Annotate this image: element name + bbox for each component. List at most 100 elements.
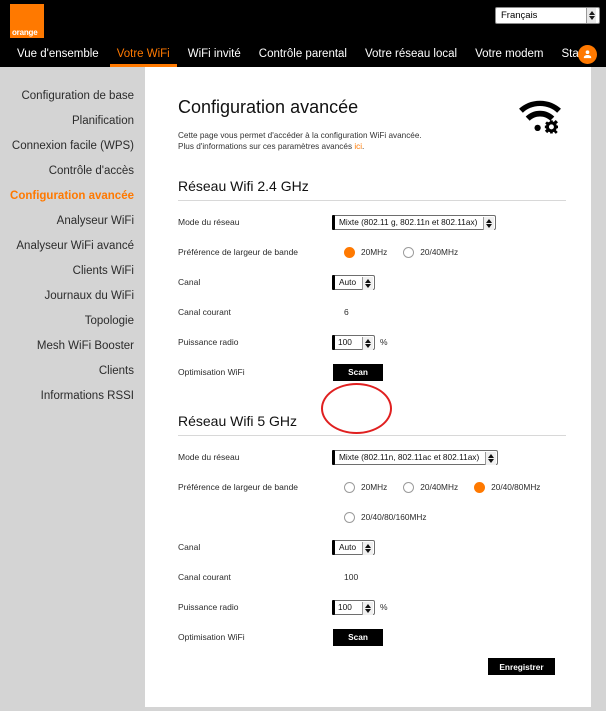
label-bandwidth-5ghz: Préférence de largeur de bande (178, 482, 299, 492)
wifi-settings-icon (517, 95, 563, 135)
label-current-channel-5ghz: Canal courant (178, 572, 231, 582)
page-description-period: . (362, 142, 365, 151)
row-current-channel-2-4ghz: Canal courant 6 (178, 297, 591, 327)
section-title-2-4ghz: Réseau Wifi 2.4 GHz (178, 178, 309, 194)
radio-bandwidth-5ghz-20mhz[interactable]: 20MHz (344, 481, 388, 493)
row-current-channel-5ghz: Canal courant 100 (178, 562, 591, 592)
select-channel-2-4ghz[interactable]: Auto (331, 274, 376, 290)
sidebar: Configuration de base Planification Conn… (0, 67, 145, 651)
row-mode-2-4ghz: Mode du réseau Mixte (802.11 g, 802.11n … (178, 207, 591, 237)
value-current-channel-2-4ghz: 6 (344, 307, 349, 317)
main-navigation: Vue d'ensemble Votre WiFi WiFi invité Co… (0, 42, 606, 67)
sidebar-item-topologie[interactable]: Topologie (0, 309, 145, 334)
radio-bandwidth-5ghz-20408016 0mhz[interactable]: 20/40/80/160MHz (344, 511, 427, 523)
sidebar-item-analyseur-wifi[interactable]: Analyseur WiFi (0, 209, 145, 234)
radio-icon-selected[interactable] (474, 481, 486, 493)
select-channel-5ghz-value: Auto (339, 542, 357, 552)
row-bandwidth-5ghz: Préférence de largeur de bande 20MHz 20/… (178, 472, 591, 502)
nav-item-controle-parental[interactable]: Contrôle parental (250, 42, 356, 67)
page-body: Configuration de base Planification Conn… (0, 67, 606, 711)
radio-label-5ghz-204080mhz: 20/40/80MHz (491, 482, 541, 492)
language-select[interactable]: Français (495, 7, 600, 24)
select-channel-2-4ghz-stepper-icon[interactable] (362, 276, 374, 290)
sidebar-item-planification[interactable]: Planification (0, 109, 145, 134)
radio-bandwidth-2-4ghz-2040mhz[interactable]: 20/40MHz (403, 246, 458, 258)
sidebar-item-journaux-du-wifi[interactable]: Journaux du WiFi (0, 284, 145, 309)
radio-icon-unselected[interactable] (344, 481, 355, 493)
select-mode-2-4ghz-stepper-icon[interactable] (483, 216, 495, 230)
nav-item-votre-wifi[interactable]: Votre WiFi (108, 42, 179, 67)
label-bandwidth-2-4ghz: Préférence de largeur de bande (178, 247, 299, 257)
input-power-2-4ghz-stepper-icon[interactable] (362, 336, 373, 350)
nav-item-vue-densemble[interactable]: Vue d'ensemble (8, 42, 108, 67)
row-optimisation-5ghz: Optimisation WiFi Scan (178, 622, 591, 652)
select-channel-2-4ghz-value: Auto (339, 277, 357, 287)
sidebar-item-clients[interactable]: Clients (0, 359, 145, 384)
sidebar-item-connexion-facile-wps[interactable]: Connexion facile (WPS) (0, 134, 145, 159)
label-mode-5ghz: Mode du réseau (178, 452, 240, 462)
user-avatar-icon[interactable] (578, 45, 597, 64)
label-power-2-4ghz: Puissance radio (178, 337, 239, 347)
input-power-2-4ghz-value: 100 (338, 337, 352, 347)
radio-bandwidth-5ghz-2040mhz[interactable]: 20/40MHz (403, 481, 459, 493)
section-divider-5ghz (178, 435, 566, 436)
row-power-2-4ghz: Puissance radio 100 % (178, 327, 591, 357)
orange-logo[interactable]: orange (10, 4, 44, 38)
row-channel-5ghz: Canal Auto (178, 532, 591, 562)
nav-item-votre-modem[interactable]: Votre modem (466, 42, 552, 67)
select-mode-5ghz-stepper-icon[interactable] (485, 451, 497, 465)
language-select-stepper-icon[interactable] (586, 8, 596, 23)
nav-item-votre-reseau-local[interactable]: Votre réseau local (356, 42, 466, 67)
sidebar-item-controle-dacces[interactable]: Contrôle d'accès (0, 159, 145, 184)
select-channel-5ghz[interactable]: Auto (331, 539, 376, 555)
section-title-5ghz: Réseau Wifi 5 GHz (178, 413, 298, 429)
top-bar: orange Français (0, 0, 606, 42)
select-mode-2-4ghz-value: Mixte (802.11 g, 802.11n et 802.11ax) (339, 217, 478, 227)
scan-button-5ghz[interactable]: Scan (333, 628, 383, 646)
sidebar-item-configuration-de-base[interactable]: Configuration de base (0, 84, 145, 109)
radio-group-bandwidth-5ghz-row1: 20MHz 20/40MHz 20/40/80MHz (344, 481, 556, 493)
input-power-2-4ghz[interactable]: 100 (332, 334, 375, 350)
radio-group-bandwidth-5ghz-row2: 20/40/80/160MHz (344, 511, 443, 523)
save-button[interactable]: Enregistrer (488, 658, 555, 675)
radio-icon-selected[interactable] (344, 246, 355, 258)
label-power-5ghz: Puissance radio (178, 602, 239, 612)
page-description-line1: Cette page vous permet d'accéder à la co… (178, 131, 422, 140)
unit-power-2-4ghz: % (380, 337, 388, 347)
section-divider-2-4ghz (178, 200, 566, 201)
label-channel-2-4ghz: Canal (178, 277, 201, 287)
select-mode-5ghz-value: Mixte (802.11n, 802.11ac et 802.11ax) (339, 452, 480, 462)
orange-logo-text: orange (12, 28, 38, 37)
radio-icon-unselected[interactable] (403, 246, 415, 258)
select-channel-5ghz-stepper-icon[interactable] (362, 541, 374, 555)
more-info-link[interactable]: ici (354, 142, 362, 151)
radio-label-20mhz: 20MHz (361, 247, 388, 257)
select-mode-5ghz[interactable]: Mixte (802.11n, 802.11ac et 802.11ax) (331, 449, 499, 465)
nav-item-wifi-invite[interactable]: WiFi invité (179, 42, 250, 67)
radio-bandwidth-5ghz-204080mhz[interactable]: 20/40/80MHz (474, 481, 541, 493)
sidebar-item-configuration-avancee[interactable]: Configuration avancée (0, 184, 145, 209)
content-panel: Configuration avancée Cette page vous pe… (145, 67, 591, 707)
sidebar-item-analyseur-wifi-avance[interactable]: Analyseur WiFi avancé (0, 234, 145, 259)
label-optimisation-5ghz: Optimisation WiFi (178, 632, 245, 642)
input-power-5ghz[interactable]: 100 (332, 599, 375, 615)
radio-label-5ghz-20mhz: 20MHz (361, 482, 388, 492)
radio-icon-unselected[interactable] (403, 481, 415, 493)
input-power-5ghz-stepper-icon[interactable] (362, 601, 373, 615)
label-current-channel-2-4ghz: Canal courant (178, 307, 231, 317)
row-bandwidth-5ghz-second: 20/40/80/160MHz (178, 502, 591, 532)
row-channel-2-4ghz: Canal Auto (178, 267, 591, 297)
select-mode-2-4ghz[interactable]: Mixte (802.11 g, 802.11n et 802.11ax) (331, 214, 497, 230)
unit-power-5ghz: % (380, 602, 388, 612)
radio-icon-unselected[interactable] (344, 511, 355, 523)
label-mode-2-4ghz: Mode du réseau (178, 217, 240, 227)
sidebar-item-clients-wifi[interactable]: Clients WiFi (0, 259, 145, 284)
sidebar-item-mesh-wifi-booster[interactable]: Mesh WiFi Booster (0, 334, 145, 359)
radio-bandwidth-2-4ghz-20mhz[interactable]: 20MHz (344, 246, 388, 258)
scan-button-2-4ghz[interactable]: Scan (333, 363, 383, 381)
label-optimisation-2-4ghz: Optimisation WiFi (178, 367, 245, 377)
input-power-5ghz-value: 100 (338, 602, 352, 612)
radio-label-5ghz-2040mhz: 20/40MHz (420, 482, 459, 492)
sidebar-item-informations-rssi[interactable]: Informations RSSI (0, 384, 145, 409)
row-optimisation-2-4ghz: Optimisation WiFi Scan (178, 357, 591, 387)
